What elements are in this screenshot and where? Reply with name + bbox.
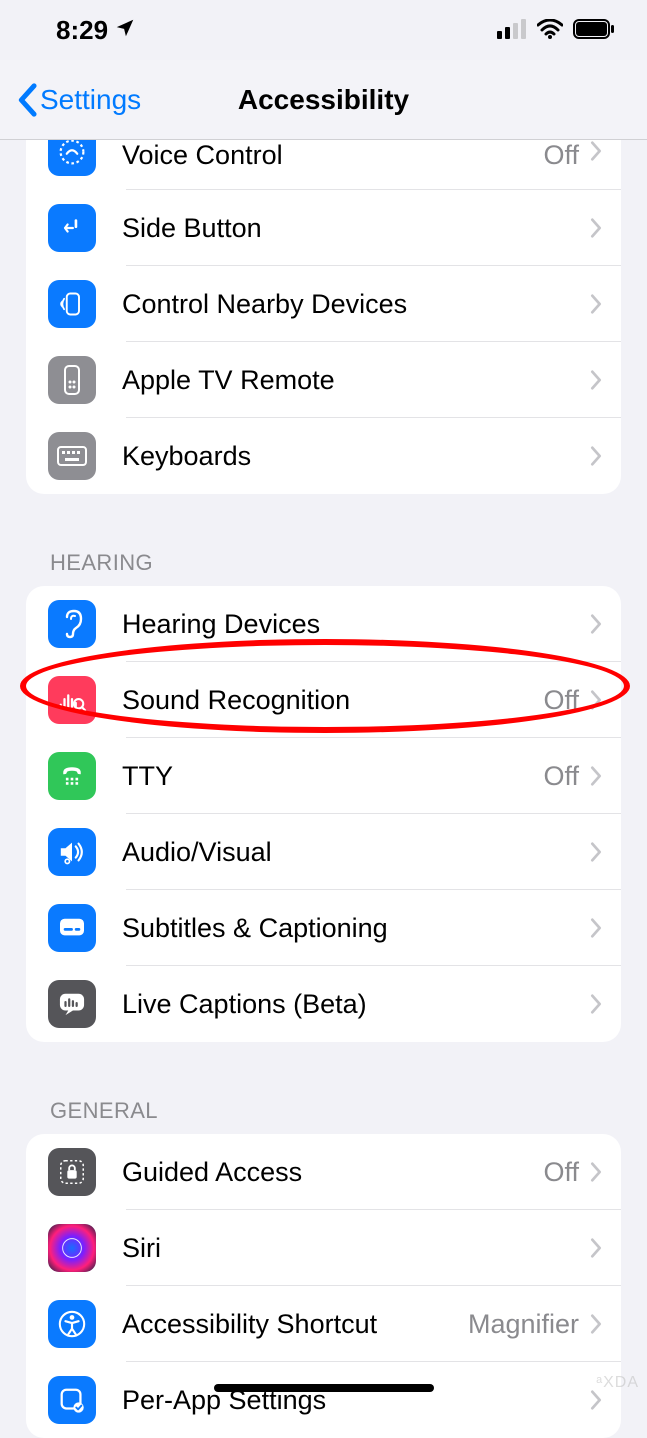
row-label: Accessibility Shortcut [122,1309,468,1340]
row-sound-recognition[interactable]: Sound RecognitionOff [26,662,621,738]
chevron-right-icon [589,369,603,391]
group-hearing: Hearing DevicesSound RecognitionOffTTYOf… [26,586,621,1042]
nav-header: Settings Accessibility [0,60,647,140]
sound-recognition-icon [48,676,96,724]
chevron-right-icon [589,1389,603,1411]
row-label: Audio/Visual [122,837,589,868]
row-audio-visual[interactable]: Audio/Visual [26,814,621,890]
row-voice-control[interactable]: Voice ControlOff [26,140,621,190]
group-header-hearing: HEARING [0,514,647,586]
chevron-left-icon [16,83,38,117]
nearby-devices-icon [48,280,96,328]
chevron-right-icon [589,917,603,939]
location-icon [114,15,136,46]
chevron-right-icon [589,765,603,787]
row-siri[interactable]: Siri [26,1210,621,1286]
group-header-general: GENERAL [0,1062,647,1134]
watermark: ᵃXDA [596,1374,639,1392]
row-guided-access[interactable]: Guided AccessOff [26,1134,621,1210]
row-accessibility-shortcut[interactable]: Accessibility ShortcutMagnifier [26,1286,621,1362]
back-button[interactable]: Settings [16,83,141,117]
status-bar: 8:29 [0,0,647,60]
row-per-app-settings[interactable]: Per-App Settings [26,1362,621,1438]
row-hearing-devices[interactable]: Hearing Devices [26,586,621,662]
row-label: Sound Recognition [122,685,543,716]
row-value: Off [543,1157,579,1188]
live-captions-icon [48,980,96,1028]
chevron-right-icon [589,293,603,315]
row-tty[interactable]: TTYOff [26,738,621,814]
chevron-right-icon [589,841,603,863]
siri-icon [48,1224,96,1272]
row-value: Magnifier [468,1309,579,1340]
voice-control-icon [48,140,96,176]
row-label: Apple TV Remote [122,365,589,396]
per-app-settings-icon [48,1376,96,1424]
chevron-right-icon [589,1161,603,1183]
row-apple-tv-remote[interactable]: Apple TV Remote [26,342,621,418]
ear-icon [48,600,96,648]
row-label: Keyboards [122,441,589,472]
chevron-right-icon [589,613,603,635]
guided-access-icon [48,1148,96,1196]
accessibility-shortcut-icon [48,1300,96,1348]
chevron-right-icon [589,1237,603,1259]
row-label: Guided Access [122,1157,543,1188]
row-label: Subtitles & Captioning [122,913,589,944]
back-label: Settings [40,84,141,116]
group-general: Guided AccessOff Siri Accessibility Shortc… [26,1134,621,1438]
row-control-nearby-devices[interactable]: Control Nearby Devices [26,266,621,342]
status-time: 8:29 [56,15,108,46]
home-indicator[interactable] [214,1384,434,1392]
group-physical-motor: Voice ControlOff Side Button Control Nearb… [26,140,621,494]
row-label: Live Captions (Beta) [122,989,589,1020]
row-value: Off [543,140,579,171]
row-label: Control Nearby Devices [122,289,589,320]
battery-icon [573,15,615,46]
keyboard-icon [48,432,96,480]
row-side-button[interactable]: Side Button [26,190,621,266]
tty-icon [48,752,96,800]
status-right [497,15,615,46]
row-label: Hearing Devices [122,609,589,640]
chevron-right-icon [589,993,603,1015]
chevron-right-icon [589,445,603,467]
row-live-captions-beta-[interactable]: Live Captions (Beta) [26,966,621,1042]
chevron-right-icon [589,1313,603,1335]
row-subtitles-captioning[interactable]: Subtitles & Captioning [26,890,621,966]
wifi-icon [537,15,563,46]
chevron-right-icon [589,689,603,711]
chevron-right-icon [589,217,603,239]
chevron-right-icon [589,140,603,162]
row-label: TTY [122,761,543,792]
side-button-icon [48,204,96,252]
settings-scroll[interactable]: Voice ControlOffSide ButtonControl Nearb… [0,140,647,1438]
row-keyboards[interactable]: Keyboards [26,418,621,494]
cellular-signal-icon [497,15,527,46]
row-value: Off [543,685,579,716]
audio-visual-icon [48,828,96,876]
subtitles-icon [48,904,96,952]
appletv-remote-icon [48,356,96,404]
row-label: Siri [122,1233,589,1264]
status-left: 8:29 [56,15,136,46]
row-label: Voice Control [122,140,543,171]
row-label: Side Button [122,213,589,244]
row-value: Off [543,761,579,792]
